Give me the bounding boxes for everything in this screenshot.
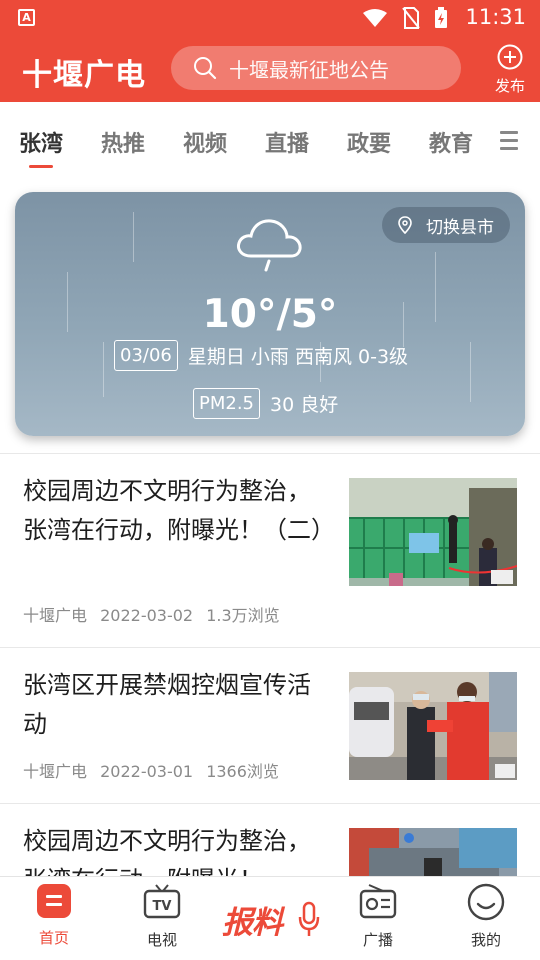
publish-label: 发布 (494, 77, 525, 95)
status-time: 11:31 (465, 5, 526, 29)
tab-zhangwan[interactable]: 张湾 (19, 126, 63, 158)
status-bar: A 11:31 (0, 0, 540, 36)
news-date: 2022-03-02 (100, 606, 194, 625)
search-bar[interactable]: 十堰最新征地公告 (171, 46, 461, 90)
bottom-navigation: 首页 TV 电视 报料 广播 我的 (0, 876, 540, 960)
plus-circle-icon (497, 44, 523, 70)
weather-detail-row: 03/06 星期日 小雨 西南风 0-3级 (114, 340, 408, 371)
microphone-icon (298, 901, 320, 936)
nav-radio[interactable]: 广播 (343, 883, 413, 950)
radio-icon (359, 884, 397, 919)
news-title: 校园周边不文明行为整治，张湾在行动，附曝光！（二） (23, 477, 335, 544)
news-item[interactable]: 校园周边不文明行为整治，张湾在行动，附曝光！ (0, 804, 540, 876)
report-label: 报料 (222, 905, 283, 941)
news-source: 十堰广电 (23, 762, 88, 781)
nav-radio-label: 广播 (362, 931, 393, 949)
nav-mine-label: 我的 (470, 931, 501, 949)
news-source: 十堰广电 (23, 606, 88, 625)
pm25-label: PM2.5 (193, 388, 261, 419)
weather-card: 切换县市 10°/5° 03/06 星期日 小雨 西南风 0-3级 PM2.5 … (15, 192, 525, 436)
channel-tabs: 张湾 热推 视频 直播 政要 教育 (0, 102, 540, 176)
pm25-value: 30 良好 (270, 394, 339, 416)
news-thumbnail (349, 478, 517, 586)
menu-icon[interactable] (500, 131, 518, 155)
tab-politics[interactable]: 政要 (347, 126, 391, 158)
news-meta: 十堰广电 2022-03-02 1.3万浏览 (23, 602, 288, 626)
publish-button[interactable]: 发布 (490, 44, 530, 96)
tab-video[interactable]: 视频 (183, 126, 227, 158)
app-notification-icon: A (18, 9, 35, 26)
tab-hot[interactable]: 热推 (101, 126, 145, 158)
news-item[interactable]: 校园周边不文明行为整治，张湾在行动，附曝光！（二） 十堰广电 2022-03-0… (0, 454, 540, 647)
weather-date: 03/06 (114, 340, 178, 371)
nav-home[interactable]: 首页 (19, 883, 89, 948)
temperature: 10°/5° (202, 292, 338, 337)
switch-county-label: 切换县市 (426, 217, 494, 238)
tab-live[interactable]: 直播 (265, 126, 309, 158)
news-thumbnail (349, 828, 517, 876)
nav-tv[interactable]: TV 电视 (127, 883, 197, 950)
tv-icon: TV (143, 884, 181, 919)
news-title: 张湾区开展禁烟控烟宣传活动 (23, 671, 311, 738)
light-rain-icon (237, 219, 302, 272)
wifi-icon (363, 9, 387, 27)
svg-text:TV: TV (153, 899, 172, 914)
status-icons (362, 7, 448, 29)
battery-charging-icon (435, 7, 447, 28)
air-quality-row: PM2.5 30 良好 (193, 388, 338, 419)
no-sim-icon (402, 7, 420, 29)
news-thumbnail (349, 672, 517, 780)
active-tab-indicator (29, 165, 53, 168)
search-placeholder: 十堰最新征地公告 (229, 57, 389, 82)
news-title: 校园周边不文明行为整治，张湾在行动，附曝光！ (23, 827, 311, 876)
news-meta: 十堰广电 2022-03-01 1366浏览 (23, 758, 287, 782)
search-icon (194, 57, 217, 80)
news-item[interactable]: 张湾区开展禁烟控烟宣传活动 十堰广电 2022-03-01 1366浏览 (0, 648, 540, 803)
home-icon (37, 884, 71, 918)
nav-tv-label: 电视 (146, 931, 177, 949)
tab-education[interactable]: 教育 (429, 126, 473, 158)
news-date: 2022-03-01 (100, 762, 194, 781)
nav-home-label: 首页 (38, 929, 69, 947)
app-header: 十堰广电 十堰最新征地公告 发布 (0, 36, 540, 102)
location-pin-icon (398, 216, 412, 234)
news-views: 1.3万浏览 (206, 606, 280, 625)
nav-mine[interactable]: 我的 (451, 883, 521, 950)
report-button[interactable]: 报料 (220, 891, 320, 943)
smile-profile-icon (467, 883, 505, 921)
weather-detail: 星期日 小雨 西南风 0-3级 (187, 346, 409, 368)
brand-logo: 十堰广电 (22, 58, 146, 93)
switch-county-button[interactable]: 切换县市 (382, 207, 510, 243)
news-views: 1366浏览 (206, 762, 279, 781)
